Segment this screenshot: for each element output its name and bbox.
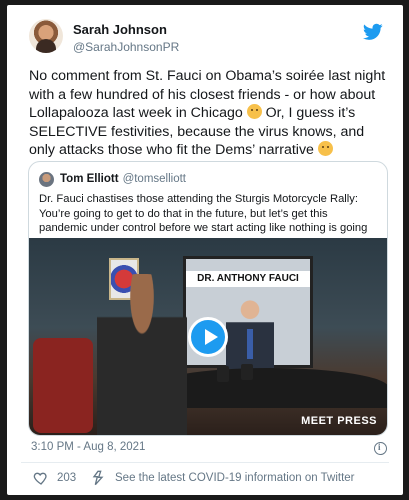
guest-tie <box>247 329 253 359</box>
like-count[interactable]: 203 <box>57 472 76 484</box>
studio-chair <box>33 338 93 433</box>
author-block[interactable]: Sarah Johnson @SarahJohnsonPR <box>73 22 179 54</box>
table-cup <box>217 366 229 382</box>
tweet-header: Sarah Johnson @SarahJohnsonPR <box>29 19 389 59</box>
covid-info-link[interactable]: See the latest COVID-19 information on T… <box>115 472 354 484</box>
thinking-face-emoji <box>246 104 262 119</box>
heart-icon[interactable] <box>33 470 49 486</box>
author-avatar[interactable] <box>29 19 63 53</box>
video-player[interactable]: DR. ANTHONY FAUCI MEET PRESS <box>29 238 387 435</box>
twitter-bird-icon[interactable] <box>363 23 383 41</box>
quoted-author[interactable]: Tom Elliott @tomselliott <box>60 173 186 185</box>
quoted-author-handle[interactable]: @tomselliott <box>123 173 186 185</box>
quoted-author-avatar[interactable] <box>39 172 54 187</box>
quoted-tweet[interactable]: Tom Elliott @tomselliott Dr. Fauci chasti… <box>28 161 388 436</box>
rolling-eyes-emoji <box>317 141 333 156</box>
author-handle[interactable]: @SarahJohnsonPR <box>73 40 179 54</box>
share-icon[interactable] <box>91 470 105 486</box>
video-banner: DR. ANTHONY FAUCI <box>186 271 310 287</box>
host-figure <box>97 274 187 435</box>
tweet-text: No comment from St. Fauci on Obama’s soi… <box>29 67 389 160</box>
divider <box>21 462 389 463</box>
tweet-card: Sarah Johnson @SarahJohnsonPR No comment… <box>7 5 403 495</box>
info-icon[interactable] <box>374 442 387 455</box>
video-logo: MEET PRESS <box>301 415 377 427</box>
tweet-timestamp[interactable]: 3:10 PM - Aug 8, 2021 <box>31 441 145 453</box>
table-cup <box>241 364 253 380</box>
quoted-author-name[interactable]: Tom Elliott <box>60 173 119 185</box>
play-icon[interactable] <box>188 317 228 357</box>
author-name[interactable]: Sarah Johnson <box>73 22 179 37</box>
tweet-actions: 203 See the latest COVID-19 information … <box>33 470 393 486</box>
